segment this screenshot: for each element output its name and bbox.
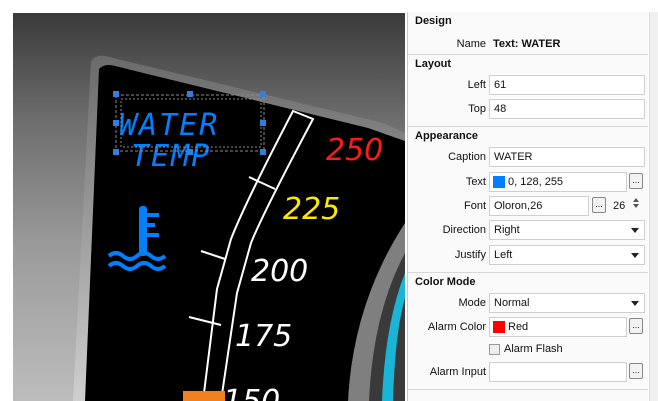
- direction-value: Right: [494, 224, 520, 236]
- alarm-color-field[interactable]: Red: [489, 317, 627, 337]
- alarm-color-value: Red: [508, 321, 529, 333]
- divider: [408, 389, 648, 390]
- chevron-down-icon[interactable]: [631, 301, 639, 306]
- mode-row: Mode Normal: [408, 293, 648, 315]
- alarm-color-swatch: [493, 321, 505, 333]
- left-label: Left: [467, 79, 486, 91]
- mode-value: Normal: [494, 297, 530, 309]
- alarm-input-field[interactable]: [489, 362, 627, 382]
- text-color-field[interactable]: 0, 128, 255: [489, 172, 627, 192]
- font-field[interactable]: Oloron,26: [489, 196, 589, 216]
- gauge-label-225: 225: [283, 192, 340, 227]
- caption-row: Caption WATER: [408, 147, 648, 169]
- chevron-down-icon[interactable]: [631, 228, 639, 233]
- label-water[interactable]: WATER: [119, 108, 219, 143]
- justify-row: Justify Left: [408, 245, 648, 267]
- design-canvas[interactable]: 250 225 200 175 150 WATER TEMP: [0, 0, 405, 401]
- section-design-header: Design: [415, 15, 452, 27]
- justify-value: Left: [494, 249, 513, 261]
- gauge-preview: 250 225 200 175 150 WATER TEMP: [13, 13, 405, 401]
- chevron-down-icon[interactable]: [631, 253, 639, 258]
- text-color-value: 0, 128, 255: [508, 176, 564, 188]
- spin-down-icon[interactable]: [632, 204, 639, 208]
- top-input[interactable]: 48: [489, 99, 645, 119]
- alarm-input-picker-button[interactable]: ...: [629, 363, 643, 379]
- justify-select[interactable]: Left: [489, 245, 645, 265]
- alarm-color-label: Alarm Color: [427, 321, 486, 333]
- gauge-label-175: 175: [235, 319, 292, 354]
- alarm-input-label: Alarm Input: [429, 366, 486, 378]
- font-size-spinner[interactable]: [630, 196, 641, 216]
- spin-up-icon[interactable]: [632, 198, 639, 202]
- mode-select[interactable]: Normal: [489, 293, 645, 313]
- gauge-drawing: 250 225 200 175 150 WATER TEMP: [73, 55, 405, 401]
- section-color-mode-header: Color Mode: [415, 276, 476, 288]
- section-layout-header: Layout: [415, 58, 452, 70]
- caption-label: Caption: [448, 151, 486, 163]
- left-row: Left 61: [408, 75, 648, 97]
- font-size-value[interactable]: 26: [613, 200, 625, 212]
- font-row: Font Oloron,26 ... 26: [408, 196, 648, 218]
- alarm-input-row: Alarm Input ...: [408, 362, 648, 384]
- direction-row: Direction Right: [408, 220, 648, 242]
- text-color-label: Text: [465, 176, 486, 188]
- mode-label: Mode: [458, 297, 486, 309]
- caption-input[interactable]: WATER: [489, 147, 645, 167]
- direction-select[interactable]: Right: [489, 220, 645, 240]
- panel-scrollbar[interactable]: [649, 12, 658, 401]
- direction-label: Direction: [442, 224, 486, 236]
- text-color-row: Text 0, 128, 255 ...: [408, 172, 648, 194]
- label-temp: TEMP: [131, 139, 211, 174]
- gauge-label-250: 250: [326, 133, 383, 168]
- gauge-label-200: 200: [251, 254, 308, 289]
- font-label: Font: [463, 200, 486, 212]
- font-picker-button[interactable]: ...: [592, 197, 606, 213]
- alarm-color-picker-button[interactable]: ...: [629, 318, 643, 334]
- left-input[interactable]: 61: [489, 75, 645, 95]
- alarm-color-row: Alarm Color Red ...: [408, 317, 648, 339]
- divider: [408, 54, 648, 55]
- alarm-flash-checkbox[interactable]: [489, 344, 500, 355]
- divider: [408, 126, 648, 127]
- name-row: Name Text: WATER: [408, 34, 648, 56]
- water-temp-label[interactable]: WATER TEMP: [119, 108, 219, 174]
- hot-zone-marker: [183, 391, 225, 401]
- name-label: Name: [456, 38, 486, 50]
- text-color-swatch: [493, 176, 505, 188]
- top-label: Top: [468, 103, 486, 115]
- divider: [408, 272, 648, 273]
- properties-panel: Design Name Text: WATER Layout Left 61 T…: [407, 12, 648, 401]
- top-row: Top 48: [408, 99, 648, 121]
- text-color-picker-button[interactable]: ...: [629, 173, 643, 189]
- name-value: Text: WATER: [493, 38, 561, 50]
- gauge-label-150: 150: [223, 384, 280, 401]
- justify-label: Justify: [454, 249, 486, 261]
- alarm-flash-label: Alarm Flash: [504, 343, 563, 355]
- section-appearance-header: Appearance: [415, 130, 478, 142]
- alarm-flash-row: Alarm Flash: [408, 341, 648, 363]
